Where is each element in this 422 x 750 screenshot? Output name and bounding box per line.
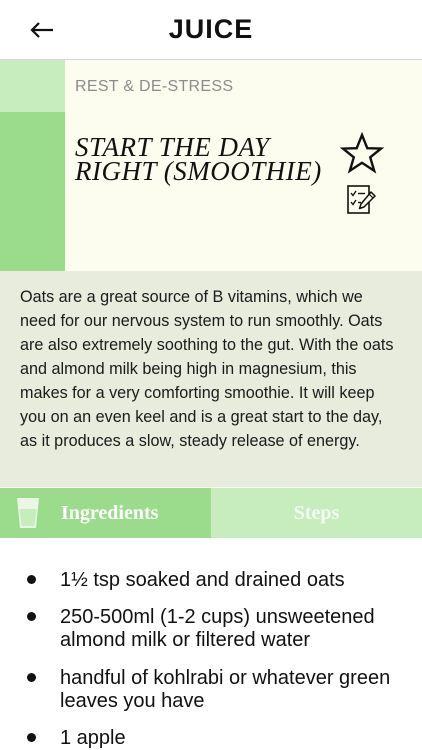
recipe-hero: REST & DE-STRESS START THE DAY RIGHT (SM… [0,60,422,271]
bullet [27,733,36,742]
accent-bar-bottom [0,112,65,271]
page-title: JUICE [168,14,254,44]
tab-ingredients-label: Ingredients [61,502,159,524]
recipe-description: Oats are a great source of B vitamins, w… [0,271,422,487]
ingredient-text: 1 apple [60,727,126,749]
star-icon[interactable] [340,132,384,174]
notes-edit-icon[interactable] [345,183,377,215]
ingredient-text: handful of kohlrabi or whatever green le… [60,667,391,712]
recipe-title: START THE DAY RIGHT (SMOOTHIE) [75,132,322,186]
ingredient-text: 1½ tsp soaked and drained oats [60,569,345,591]
ingredient-text: 250-500ml (1-2 cups) unsweetened almond … [60,606,375,651]
bullet [27,612,36,621]
recipe-category: REST & DE-STRESS [75,78,234,95]
accent-bar-top [0,60,65,112]
tab-steps[interactable]: Steps [211,488,422,538]
tab-ingredients[interactable]: Ingredients [0,488,211,538]
glass-icon [17,498,39,528]
recipe-tabs: Ingredients Steps [0,488,422,538]
tab-steps-label: Steps [293,502,340,524]
nav-header: JUICE [0,0,422,60]
bullet [27,575,36,584]
bullet [27,673,36,682]
ingredients-list: 1½ tsp soaked and drained oats 250-500ml… [0,539,422,750]
